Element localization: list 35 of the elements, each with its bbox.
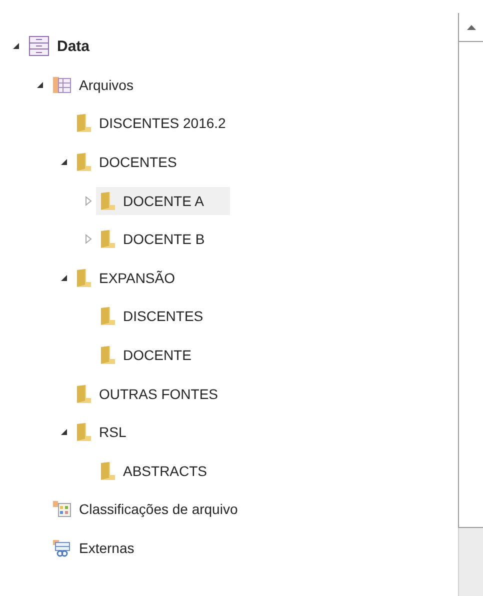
folder-icon [76, 422, 92, 442]
folder-icon [100, 190, 116, 211]
tree-item[interactable]: Arquivos [48, 70, 144, 99]
folder-icon [100, 306, 116, 326]
sort-up-icon[interactable] [466, 24, 476, 30]
tree-item[interactable]: DISCENTES [96, 302, 214, 330]
tree-item[interactable]: DOCENTE B [96, 225, 215, 254]
expanded-arrow-icon[interactable] [60, 158, 68, 166]
folder-icon [100, 345, 116, 366]
tree-item[interactable]: RSL [72, 418, 136, 446]
external-link-icon [52, 538, 72, 558]
database-icon [28, 35, 50, 58]
expanded-arrow-icon[interactable] [60, 428, 68, 436]
tree-item[interactable]: ABSTRACTS [96, 456, 218, 485]
tree-item[interactable]: Externas [48, 534, 144, 562]
tree-item[interactable]: EXPANSÃO [72, 264, 185, 292]
folder-icon [76, 268, 92, 288]
tree-item[interactable]: Classificações de arquivo [48, 495, 248, 524]
folder-icon [100, 460, 116, 481]
folder-icon [76, 384, 92, 404]
tree-item[interactable]: DOCENTE [96, 341, 202, 370]
table-icon [52, 74, 72, 95]
folder-icon [76, 113, 92, 134]
folder-icon [76, 152, 92, 172]
tree-item[interactable]: DISCENTES 2016.2 [72, 109, 236, 138]
expanded-arrow-icon[interactable] [12, 42, 20, 50]
tree-item[interactable]: Data [24, 31, 100, 62]
classification-icon [52, 499, 72, 520]
expanded-arrow-icon[interactable] [36, 80, 44, 89]
tree-item[interactable]: OUTRAS FONTES [72, 380, 228, 408]
tree-item[interactable]: DOCENTE A [96, 186, 230, 215]
tree-item[interactable]: DOCENTES [72, 148, 187, 176]
expanded-arrow-icon[interactable] [60, 274, 68, 282]
panel-footer [458, 528, 483, 596]
folder-icon [100, 229, 116, 250]
